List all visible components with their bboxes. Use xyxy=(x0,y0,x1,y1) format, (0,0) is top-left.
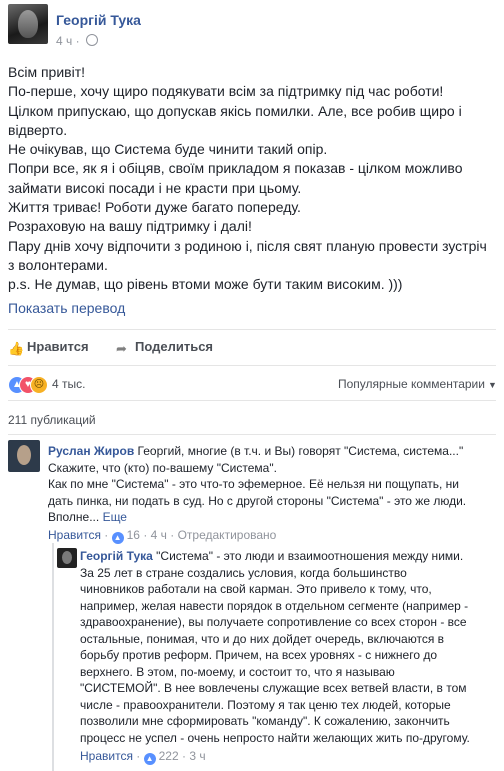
thumbs-up-icon: ▲ xyxy=(143,753,156,765)
divider xyxy=(8,400,496,401)
reply-author[interactable]: Георгій Тука xyxy=(80,549,153,563)
comment-like-link[interactable]: Нравится xyxy=(48,528,101,542)
post-line: Не очікував, що Система буде чинити таки… xyxy=(8,141,328,158)
comment-line: Георгий, многие (в т.ч. и Вы) говорят "С… xyxy=(137,444,464,458)
author-avatar[interactable] xyxy=(8,4,48,44)
reply-line: "СИСТЕМОЙ". В нее вовлечены служащие все… xyxy=(80,681,467,695)
divider xyxy=(8,365,496,366)
edited-label[interactable]: Отредактировано xyxy=(178,528,277,542)
sort-label: Популярные комментарии xyxy=(338,377,485,391)
post-time[interactable]: 4 ч xyxy=(56,34,72,48)
thumbs-up-icon: ▲ xyxy=(111,532,124,544)
post-line: Цілком припускаю, що допускав якісь поми… xyxy=(8,102,462,119)
comment-line: Как по мне "Система" - это что-то эфемер… xyxy=(48,477,459,491)
author-name[interactable]: Георгій Тука xyxy=(56,12,141,28)
post-line: Пару днів хочу відпочити з родиною і, пі… xyxy=(8,237,487,254)
reply-line: борьбу против реформ. Причем, на всех ур… xyxy=(80,648,438,662)
post-line: з волонтерами. xyxy=(8,256,108,273)
reply-like-link[interactable]: Нравится xyxy=(80,749,133,763)
shares-count-link[interactable]: 211 публикаций xyxy=(8,413,96,427)
post-line: Розраховую на вашу підтримку і далі! xyxy=(8,218,252,235)
post-line: p.s. Не думав, що рівень втоми може бути… xyxy=(8,276,403,293)
divider xyxy=(8,434,496,435)
reply-meta: Нравится · ▲ 222 · 3 ч xyxy=(80,749,206,765)
post-card: Георгій Тука 4 ч · Всім привіт! По-перше… xyxy=(0,0,504,771)
reply-line: позволили мне сформировать "команду". К … xyxy=(80,714,450,728)
see-more-link[interactable]: Еще xyxy=(103,510,127,524)
share-label: Поделиться xyxy=(135,339,214,354)
reply-comment: Георгій Тука "Система" - это люди и взаи… xyxy=(80,548,500,746)
globe-icon: · xyxy=(75,34,80,48)
comment-sort-dropdown[interactable]: Популярные комментарии ▼ xyxy=(338,377,497,391)
reply-line: верхнего. В этом, по-моему, и состоит то… xyxy=(80,664,395,679)
reply-line: "Система" - это люди и взаимоотношения м… xyxy=(156,549,464,563)
comment-like-count[interactable]: 16 xyxy=(127,528,140,542)
comment-author[interactable]: Руслан Жиров xyxy=(48,444,134,458)
reply-line: например, желая навести порядок в отдель… xyxy=(80,598,469,613)
reply-thread-line xyxy=(52,543,54,771)
comment-line: дать пинка, ни подать в суд. Но с другой… xyxy=(48,493,467,508)
comment-time[interactable]: 4 ч xyxy=(151,528,167,542)
post-line: займати високі посади і не красти при ць… xyxy=(8,179,302,196)
share-button[interactable]: ➦ Поделиться xyxy=(116,339,214,356)
privacy-globe-icon[interactable] xyxy=(85,34,98,46)
chevron-down-icon: ▼ xyxy=(487,380,497,390)
reaction-count: 4 тыс. xyxy=(52,377,86,391)
comment-meta: Нравится · ▲ 16 · 4 ч · Отредактировано xyxy=(48,528,277,544)
reply-author-avatar[interactable] xyxy=(57,548,77,568)
comment-line: Вполне... xyxy=(48,510,100,524)
reply-line: процесс не успел - очень непросто найти … xyxy=(80,730,470,745)
reply-time[interactable]: 3 ч xyxy=(189,749,205,763)
post-line: Попри все, як я і обіцяв, своїм прикладо… xyxy=(8,160,463,177)
reply-line: остальные, понимая, что и до них дойдет … xyxy=(80,631,445,646)
reply-line: чиновников работали на свой карман. Это … xyxy=(80,582,432,596)
thumbs-up-icon: 👍 xyxy=(8,341,25,356)
like-label: Нравится xyxy=(27,339,89,354)
post-line: відверто. xyxy=(8,121,68,138)
post-text: Всім привіт! По-перше, хочу щиро подякув… xyxy=(8,63,498,295)
share-arrow-icon: ➦ xyxy=(116,341,127,356)
show-translation-link[interactable]: Показать перевод xyxy=(8,300,125,316)
post-line: Життя триває! Роботи дуже багато поперед… xyxy=(8,199,301,216)
sad-reaction-icon: ☹ xyxy=(30,376,48,394)
comment: Руслан Жиров Георгий, многие (в т.ч. и В… xyxy=(48,443,498,526)
commenter-avatar[interactable] xyxy=(8,440,40,472)
reply-line: здравоохранение), вы получаете сопротивл… xyxy=(80,615,467,629)
reply-like-count[interactable]: 222 xyxy=(159,749,179,763)
comment-line: Скажите, что (кто) по-вашему "Система". xyxy=(48,460,277,475)
like-button[interactable]: 👍 Нравится xyxy=(8,339,89,356)
post-line: По-перше, хочу щиро подякувати всім за п… xyxy=(8,83,444,100)
reply-line: За 25 лет в стране создались условия, ко… xyxy=(80,565,407,580)
post-meta: 4 ч · xyxy=(56,34,98,48)
divider xyxy=(8,329,496,330)
post-line: Всім привіт! xyxy=(8,64,85,80)
reply-line: числе - правоохранители. Поэтому я так ц… xyxy=(80,697,451,712)
